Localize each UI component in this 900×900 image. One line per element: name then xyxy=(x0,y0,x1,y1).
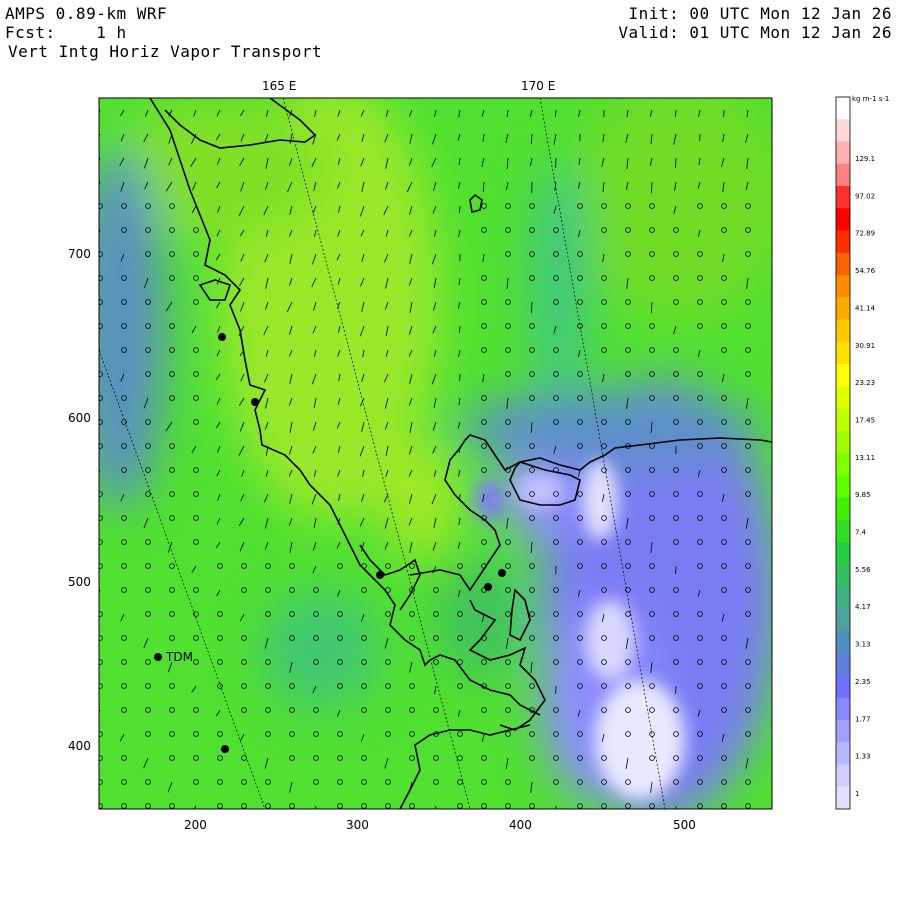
colorbar-label: 13.11 xyxy=(855,454,875,462)
colorbar-label: 17.45 xyxy=(855,416,875,424)
colorbar-label: 2.35 xyxy=(855,678,871,686)
wind-vector xyxy=(531,301,533,314)
colorbar-swatch xyxy=(836,564,850,587)
colorbar-swatch xyxy=(836,519,850,543)
y-tick-700: 700 xyxy=(68,247,91,261)
wind-vector xyxy=(555,805,557,809)
colorbar-label: 1.77 xyxy=(855,715,871,723)
colorbar-label: 23.23 xyxy=(855,379,875,387)
colorbar-swatch xyxy=(836,475,850,498)
colorbar-swatch xyxy=(836,675,850,699)
colorbar-label: 41.14 xyxy=(855,304,876,312)
colorbar-label: 4.17 xyxy=(855,603,871,611)
colorbar-swatch xyxy=(836,341,850,365)
colorbar-label: 5.56 xyxy=(855,566,871,574)
station-label: TDM xyxy=(165,650,193,664)
colorbar-swatch xyxy=(836,252,850,276)
colorbar-swatch xyxy=(836,119,850,142)
y-tick-600: 600 xyxy=(68,411,91,425)
colorbar-label: 3.13 xyxy=(855,641,871,649)
colorbar-label: 129.1 xyxy=(855,155,875,163)
colorbar-swatch xyxy=(836,163,850,187)
colorbar-swatch xyxy=(836,720,850,743)
colorbar-swatch xyxy=(836,230,850,254)
colorbar-swatch xyxy=(836,453,850,476)
colorbar-label: 1 xyxy=(855,790,859,798)
colorbar-swatch xyxy=(836,742,850,765)
colorbar-swatch xyxy=(836,608,850,632)
colorbar: kg m-1 s-1 129.1 97.02 72.89 54.76 41.14 30.9… xyxy=(835,95,889,810)
colorbar-label: 97.02 xyxy=(855,192,875,200)
colorbar-swatch xyxy=(836,653,850,676)
lon-label-165: 165 E xyxy=(262,79,296,93)
colorbar-swatch xyxy=(836,364,850,387)
colorbar-label: 54.76 xyxy=(855,267,876,275)
colorbar-swatch xyxy=(836,319,850,343)
colorbar-swatch xyxy=(836,586,850,610)
colorbar-label: 30.91 xyxy=(855,342,875,350)
colorbar-swatch xyxy=(836,697,850,721)
colorbar-swatch xyxy=(836,786,850,810)
colorbar-swatch xyxy=(836,208,850,231)
x-tick-300: 300 xyxy=(346,818,369,832)
x-tick-500: 500 xyxy=(673,818,696,832)
colorbar-swatch xyxy=(836,297,850,320)
colorbar-swatch xyxy=(836,275,850,298)
colorbar-swatch xyxy=(836,631,850,654)
y-tick-500: 500 xyxy=(68,575,91,589)
colorbar-swatch xyxy=(836,141,850,165)
colorbar-label: 1.33 xyxy=(855,753,871,761)
lon-label-170: 170 E xyxy=(521,79,555,93)
colorbar-swatch xyxy=(836,497,850,521)
colorbar-swatch xyxy=(836,764,850,788)
wind-vector xyxy=(675,157,677,169)
colorbar-swatch xyxy=(836,430,850,454)
x-tick-200: 200 xyxy=(184,818,207,832)
colorbar-label: 9.85 xyxy=(855,491,871,499)
colorbar-label: 7.4 xyxy=(855,529,867,537)
wind-vector xyxy=(651,181,653,194)
map-figure: TDM 165 E 170 E 200 300 400 500 700 600 … xyxy=(68,79,889,832)
colorbar-units: kg m-1 s-1 xyxy=(852,95,889,103)
colorbar-swatch xyxy=(836,408,850,432)
colorbar-swatch xyxy=(836,186,850,209)
colorbar-swatch xyxy=(836,542,850,565)
x-tick-400: 400 xyxy=(509,818,532,832)
colorbar-label: 72.89 xyxy=(855,230,875,238)
colorbar-swatch xyxy=(836,386,850,409)
colorbar-swatch xyxy=(836,97,850,120)
wind-vector xyxy=(675,685,677,695)
moisture-field xyxy=(99,98,772,809)
y-tick-400: 400 xyxy=(68,739,91,753)
